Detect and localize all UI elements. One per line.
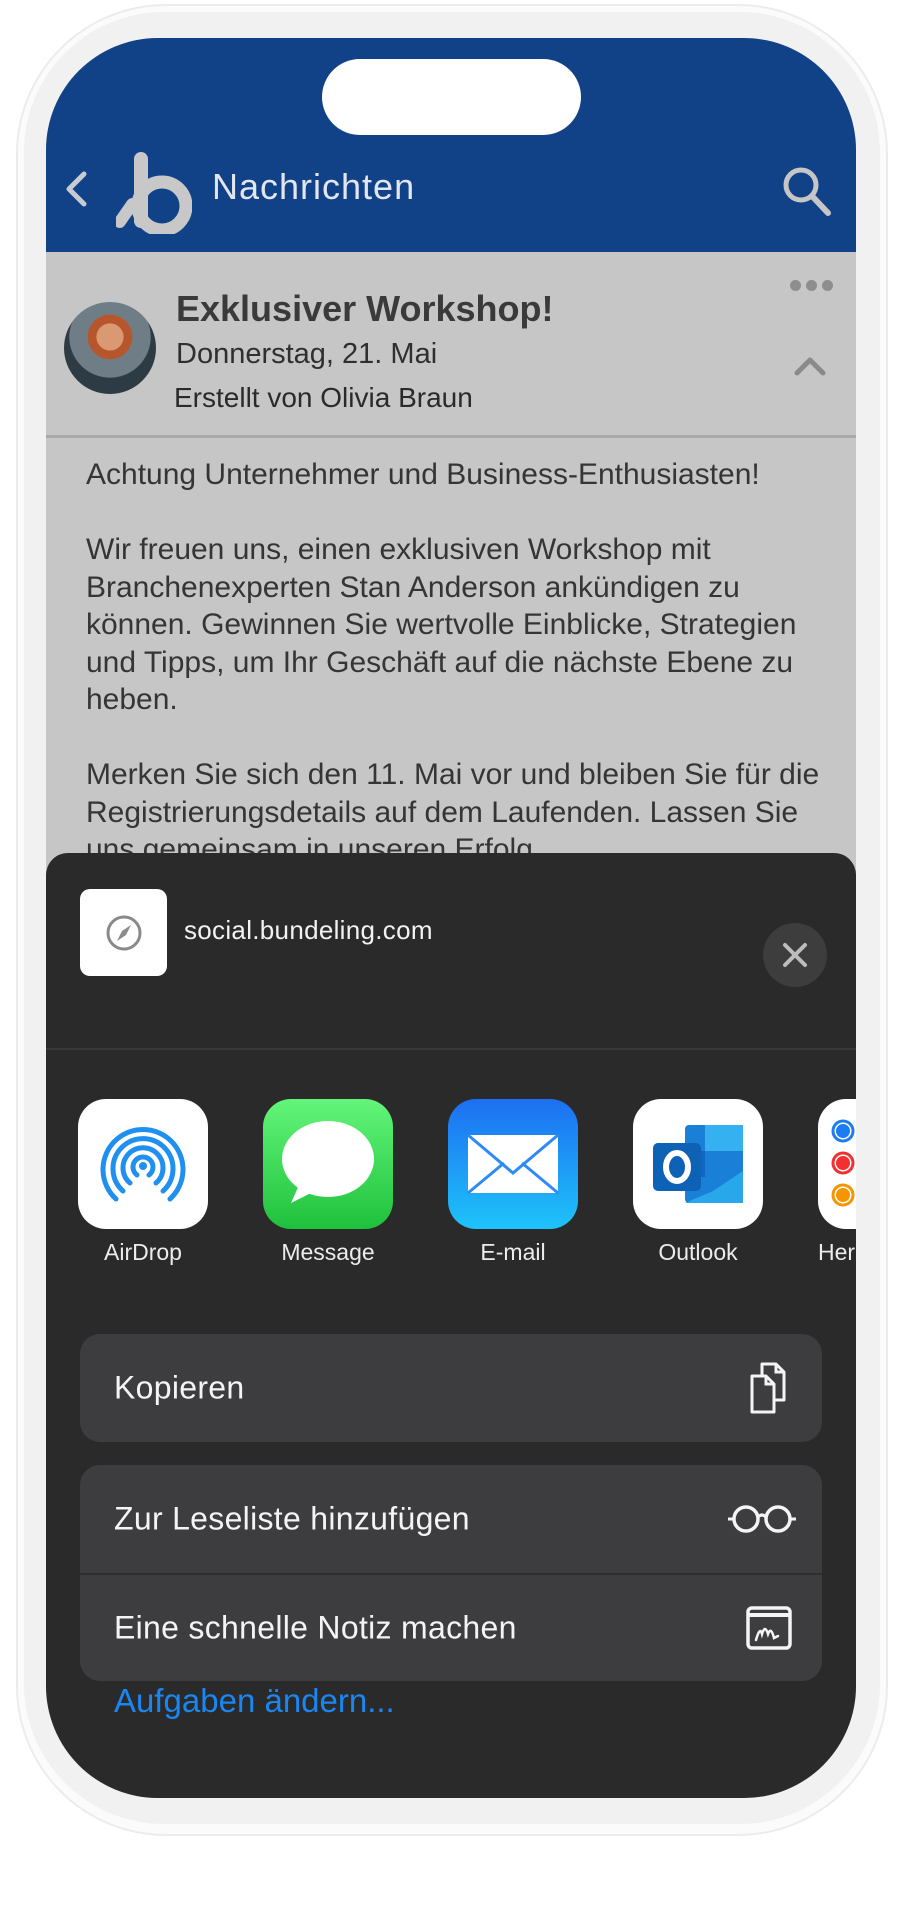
app-label: Outlook (658, 1239, 738, 1265)
share-app-reminders[interactable]: Herin (818, 1099, 856, 1265)
edit-actions-link[interactable]: Aufgaben ändern... (114, 1682, 395, 1720)
dynamic-island (322, 59, 581, 135)
sheet-divider (46, 1048, 856, 1050)
share-app-airdrop[interactable]: AirDrop (78, 1099, 208, 1265)
messages-icon (263, 1099, 393, 1229)
share-app-messages[interactable]: Message (263, 1099, 393, 1265)
action-group-copy: Kopieren (80, 1334, 822, 1442)
chevron-left-icon (66, 171, 87, 207)
action-copy[interactable]: Kopieren (80, 1334, 822, 1442)
action-label: Eine schnelle Notiz machen (114, 1609, 517, 1646)
action-group-more: Zur Leseliste hinzufügen Eine schnelle N… (80, 1465, 822, 1681)
search-button[interactable] (780, 164, 834, 218)
close-button[interactable] (763, 923, 827, 987)
message-title: Exklusiver Workshop! (176, 288, 554, 329)
close-icon (783, 943, 807, 967)
app-label: E-mail (480, 1239, 546, 1265)
collapse-button[interactable] (792, 352, 828, 378)
search-icon (783, 167, 831, 216)
airdrop-icon (78, 1099, 208, 1229)
message-author: Erstellt von Olivia Braun (174, 382, 473, 413)
action-label: Kopieren (114, 1369, 245, 1406)
copy-icon (750, 1362, 786, 1414)
message-paragraph: Wir freuen uns, einen exklusiven Worksho… (86, 533, 797, 716)
share-sheet: social.bundeling.com AirDrop Message E-m… (46, 853, 856, 1798)
message-header: Exklusiver Workshop! Donnerstag, 21. Mai… (46, 252, 856, 438)
ellipsis-dot (806, 280, 817, 291)
app-label: Message (281, 1239, 375, 1265)
page-title: Nachrichten (212, 166, 416, 207)
action-quick-note[interactable]: Eine schnelle Notiz machen (80, 1573, 822, 1681)
app-label: Herin (818, 1239, 856, 1265)
share-apps-row: AirDrop Message E-mail Outlook Her (46, 1099, 856, 1269)
action-label: Zur Leseliste hinzufügen (114, 1500, 470, 1537)
back-button[interactable] (60, 166, 94, 212)
share-url: social.bundeling.com (184, 915, 433, 945)
message-paragraph: Achtung Unternehmer und Business-Enthusi… (86, 458, 760, 491)
author-avatar[interactable] (64, 302, 156, 394)
compass-icon (106, 915, 141, 950)
bundeling-logo (113, 152, 193, 237)
ellipsis-icon (790, 280, 801, 291)
share-app-mail[interactable]: E-mail (448, 1099, 578, 1265)
action-reading-list[interactable]: Zur Leseliste hinzufügen (80, 1465, 822, 1573)
app-header: Nachrichten (46, 38, 856, 252)
share-app-outlook[interactable]: Outlook (633, 1099, 763, 1265)
ellipsis-dot (822, 280, 833, 291)
mail-icon (448, 1099, 578, 1229)
outlook-icon (633, 1099, 763, 1229)
message-date: Donnerstag, 21. Mai (176, 338, 438, 370)
message-body: Achtung Unternehmer und Business-Enthusi… (86, 456, 826, 906)
reminders-icon (818, 1099, 856, 1229)
chevron-up-icon (794, 357, 826, 376)
phone-screen: Nachrichten Exklusiver Workshop! Donners… (46, 38, 856, 1798)
quick-note-icon (746, 1606, 792, 1650)
app-label: AirDrop (104, 1239, 182, 1265)
glasses-icon (728, 1505, 796, 1533)
message-paragraph: Merken Sie sich den 11. Mai vor und blei… (86, 758, 820, 866)
url-preview-thumbnail (80, 889, 167, 976)
more-options-button[interactable] (790, 280, 834, 296)
